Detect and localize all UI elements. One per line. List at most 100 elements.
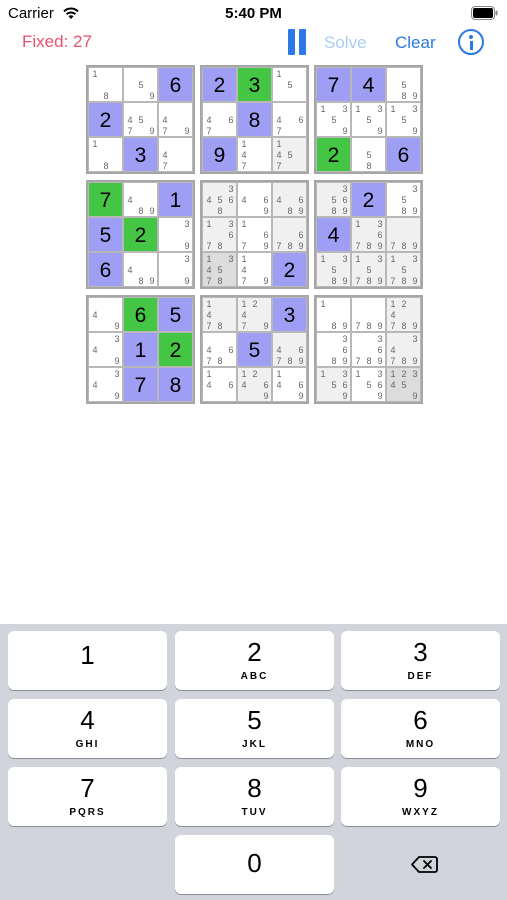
sudoku-cell-empty[interactable]: 58 — [351, 137, 386, 172]
sudoku-cell-empty[interactable]: 1247 9 — [237, 297, 272, 332]
sudoku-cell[interactable]: 1 — [123, 332, 158, 367]
key-8[interactable]: 8 TUV — [175, 767, 334, 826]
sudoku-cell-empty[interactable]: 1 359 — [351, 102, 386, 137]
key-2[interactable]: 2 ABC — [175, 631, 334, 690]
sudoku-cell-empty[interactable]: 4 6 7 — [202, 102, 237, 137]
sudoku-cell-empty[interactable]: 124 69 — [237, 367, 272, 402]
sudoku-cell[interactable]: 2 — [351, 182, 386, 217]
sudoku-cell-empty[interactable]: 3 4789 — [386, 332, 421, 367]
sudoku-cell-empty[interactable]: 1 3569 — [316, 367, 351, 402]
sudoku-cell-empty[interactable]: 47 9 — [158, 102, 193, 137]
sudoku-cell[interactable]: 3 — [123, 137, 158, 172]
sudoku-cell-empty[interactable]: 1 3 4578 — [202, 252, 237, 287]
sudoku-cell-empty[interactable]: 189 — [316, 297, 351, 332]
sudoku-cell-empty[interactable]: 4 6 78 — [202, 332, 237, 367]
sudoku-cell[interactable]: 5 — [88, 217, 123, 252]
info-icon[interactable] — [458, 29, 484, 55]
sudoku-cell-empty[interactable]: 1 3569 — [351, 367, 386, 402]
delete-button[interactable] — [341, 835, 500, 894]
sudoku-cell-empty[interactable]: 35689 — [316, 182, 351, 217]
pencil-mark: 3 — [377, 253, 383, 264]
sudoku-cell[interactable]: 9 — [202, 137, 237, 172]
sudoku-cell-empty[interactable]: 4 69 — [237, 182, 272, 217]
sudoku-cell[interactable]: 2 — [272, 252, 307, 287]
sudoku-cell-empty[interactable]: 1 3589 — [316, 252, 351, 287]
sudoku-cell-empty[interactable]: 47 — [158, 137, 193, 172]
sudoku-cell-empty[interactable]: 123 459 — [386, 367, 421, 402]
sudoku-cell-empty[interactable]: 1 359 — [316, 102, 351, 137]
sudoku-cell[interactable]: 6 — [158, 67, 193, 102]
sudoku-cell-empty[interactable]: 1 36 789 — [351, 217, 386, 252]
sudoku-cell-empty[interactable]: 59 — [123, 67, 158, 102]
sudoku-cell-empty[interactable]: 1 36 78 — [202, 217, 237, 252]
sudoku-cell-empty[interactable]: 14 69 — [272, 367, 307, 402]
pencil-mark: 7 — [355, 320, 361, 331]
sudoku-cell-empty[interactable]: 124789 — [386, 297, 421, 332]
sudoku-cell[interactable]: 2 — [88, 102, 123, 137]
sudoku-cell-empty[interactable]: 6 789 — [272, 217, 307, 252]
key-4[interactable]: 4 GHI — [8, 699, 167, 758]
sudoku-cell-empty[interactable]: 49 — [88, 297, 123, 332]
sudoku-cell-empty[interactable]: 39 — [158, 217, 193, 252]
sudoku-cell-empty[interactable]: 18 — [88, 137, 123, 172]
sudoku-cell-empty[interactable]: 15 — [272, 67, 307, 102]
sudoku-cell-empty[interactable]: 789 — [351, 297, 386, 332]
sudoku-cell[interactable]: 2 — [202, 67, 237, 102]
sudoku-cell-empty[interactable]: 1679 — [237, 217, 272, 252]
sudoku-cell-empty[interactable]: 4 689 — [272, 182, 307, 217]
sudoku-cell-empty[interactable]: 14 6 — [202, 367, 237, 402]
key-1[interactable]: 1 — [8, 631, 167, 690]
sudoku-cell[interactable]: 2 — [123, 217, 158, 252]
sudoku-cell-empty[interactable]: 147 9 — [237, 252, 272, 287]
sudoku-cell[interactable]: 2 — [158, 332, 193, 367]
sudoku-cell[interactable]: 4 — [351, 67, 386, 102]
pencil-mark: 8 — [217, 240, 223, 251]
sudoku-cell-empty[interactable]: 1 35789 — [386, 252, 421, 287]
sudoku-cell-empty[interactable]: 3 4 9 — [88, 367, 123, 402]
sudoku-cell[interactable]: 7 — [88, 182, 123, 217]
solve-button[interactable]: Solve — [324, 33, 367, 53]
sudoku-cell[interactable]: 6 — [88, 252, 123, 287]
sudoku-cell-empty[interactable]: 1478 — [202, 297, 237, 332]
sudoku-cell-empty[interactable]: 36 789 — [351, 332, 386, 367]
sudoku-cell-empty[interactable]: 489 — [123, 252, 158, 287]
sudoku-cell[interactable]: 3 — [237, 67, 272, 102]
sudoku-cell-empty[interactable]: 789 — [386, 217, 421, 252]
key-6[interactable]: 6 MNO — [341, 699, 500, 758]
sudoku-cell-empty[interactable]: 3 4 9 — [88, 332, 123, 367]
sudoku-cell-empty[interactable]: 4 6 7 — [272, 102, 307, 137]
sudoku-cell[interactable]: 7 — [316, 67, 351, 102]
sudoku-cell-empty[interactable]: 39 — [158, 252, 193, 287]
sudoku-cell-empty[interactable]: 1 35789 — [351, 252, 386, 287]
sudoku-cell[interactable]: 5 — [237, 332, 272, 367]
pause-button[interactable] — [287, 29, 307, 55]
sudoku-cell-empty[interactable]: 489 — [123, 182, 158, 217]
sudoku-cell[interactable]: 8 — [237, 102, 272, 137]
sudoku-cell[interactable]: 6 — [123, 297, 158, 332]
key-3[interactable]: 3 DEF — [341, 631, 500, 690]
sudoku-cell-empty[interactable]: 147 — [237, 137, 272, 172]
sudoku-cell[interactable]: 5 — [158, 297, 193, 332]
key-0[interactable]: 0 — [175, 835, 334, 894]
sudoku-cell[interactable]: 7 — [123, 367, 158, 402]
sudoku-cell-empty[interactable]: 3689 — [316, 332, 351, 367]
sudoku-cell[interactable]: 3 — [272, 297, 307, 332]
sudoku-cell-empty[interactable]: 459 7 — [123, 102, 158, 137]
sudoku-cell[interactable]: 6 — [386, 137, 421, 172]
sudoku-cell[interactable]: 2 — [316, 137, 351, 172]
sudoku-cell-empty[interactable]: 3589 — [386, 182, 421, 217]
sudoku-cell-empty[interactable]: 589 — [386, 67, 421, 102]
sudoku-cell-empty[interactable]: 1 359 — [386, 102, 421, 137]
sudoku-cell[interactable]: 8 — [158, 367, 193, 402]
key-7[interactable]: 7 PQRS — [8, 767, 167, 826]
key-5[interactable]: 5 JKL — [175, 699, 334, 758]
sudoku-cell[interactable]: 1 — [158, 182, 193, 217]
sudoku-cell[interactable]: 4 — [316, 217, 351, 252]
sudoku-cell-empty[interactable]: 3 4568 — [202, 182, 237, 217]
sudoku-cell-empty[interactable]: 1457 — [272, 137, 307, 172]
pencil-mark: 8 — [217, 275, 223, 286]
sudoku-cell-empty[interactable]: 18 — [88, 67, 123, 102]
clear-button[interactable]: Clear — [395, 33, 436, 53]
key-9[interactable]: 9 WXYZ — [341, 767, 500, 826]
sudoku-cell-empty[interactable]: 4 6 789 — [272, 332, 307, 367]
